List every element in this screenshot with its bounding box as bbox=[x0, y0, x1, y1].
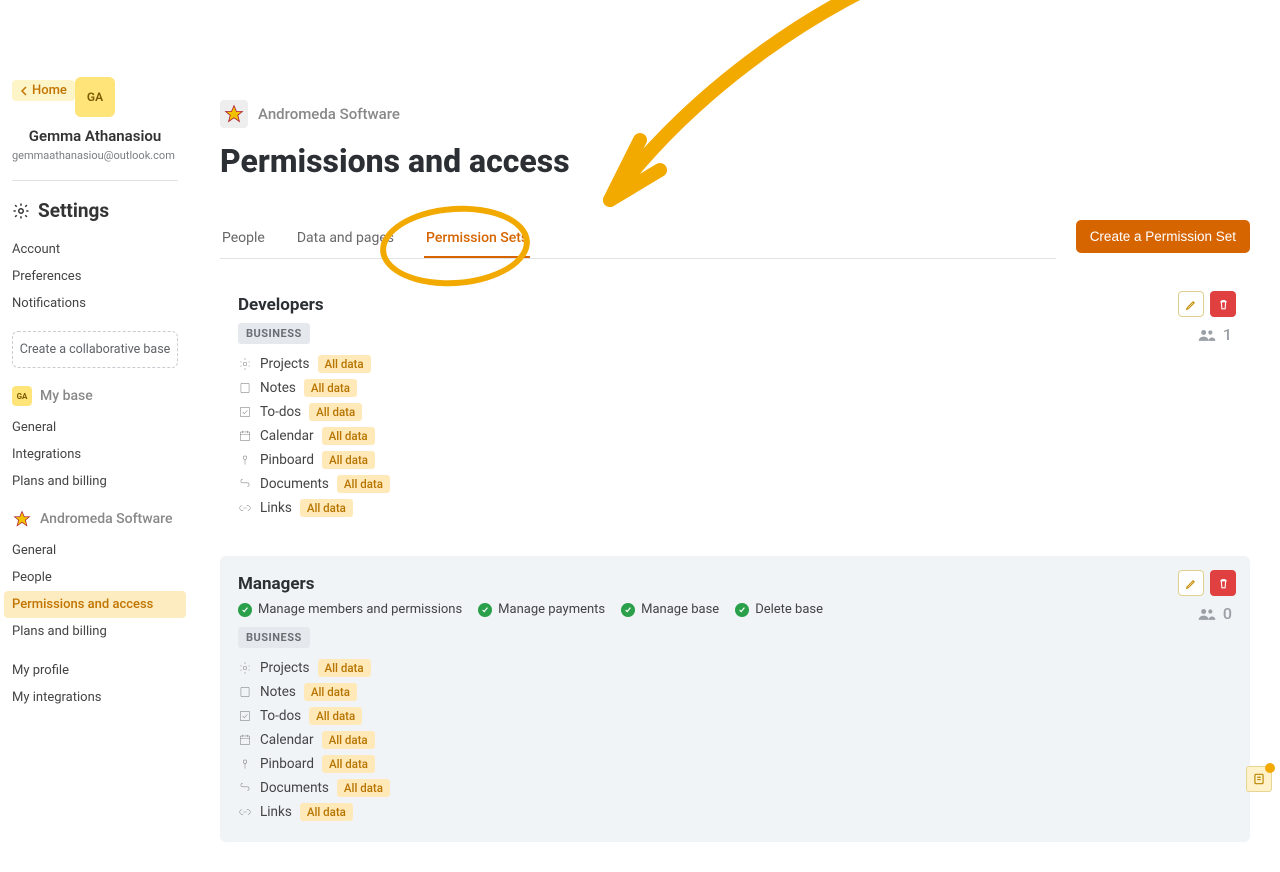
people-icon bbox=[1197, 606, 1217, 622]
workspace-star-icon bbox=[220, 100, 248, 128]
avatar: GA bbox=[75, 77, 115, 117]
edit-button[interactable] bbox=[1178, 291, 1204, 317]
star-icon bbox=[12, 509, 32, 529]
user-name: Gemma Athanasiou bbox=[12, 127, 178, 145]
gear-icon bbox=[12, 202, 30, 220]
workspace-title-row: Andromeda Software bbox=[220, 100, 1250, 128]
nav-account[interactable]: Account bbox=[12, 236, 178, 263]
nav-ws-permissions[interactable]: Permissions and access bbox=[4, 591, 186, 618]
perm-item: Manage base bbox=[621, 602, 719, 617]
people-icon bbox=[1197, 327, 1217, 343]
perm-item: Manage members and permissions bbox=[238, 602, 462, 617]
member-count: 1 bbox=[1197, 325, 1232, 344]
all-data-pill: All data bbox=[318, 355, 371, 373]
feature-pinboard: PinboardAll data bbox=[238, 448, 1232, 472]
admin-perms: Manage members and permissions Manage pa… bbox=[238, 602, 1232, 617]
feature-notes: NotesAll data bbox=[238, 680, 1232, 704]
divider bbox=[12, 180, 178, 181]
feature-links: LinksAll data bbox=[238, 800, 1232, 824]
card-title: Managers bbox=[238, 574, 1232, 594]
feature-calendar: CalendarAll data bbox=[238, 424, 1232, 448]
nav-mybase-general[interactable]: General bbox=[12, 414, 178, 441]
feature-projects: ProjectsAll data bbox=[238, 352, 1232, 376]
nav-my-integrations[interactable]: My integrations bbox=[12, 684, 178, 711]
home-label: Home bbox=[32, 83, 67, 98]
nav-ws-general[interactable]: General bbox=[12, 537, 178, 564]
feature-todos: To-dosAll data bbox=[238, 704, 1232, 728]
card-actions bbox=[1178, 291, 1236, 317]
nav-ws-billing[interactable]: Plans and billing bbox=[12, 618, 178, 645]
feature-todos: To-dosAll data bbox=[238, 400, 1232, 424]
edit-button[interactable] bbox=[1178, 570, 1204, 596]
tab-permission-sets[interactable]: Permission Sets bbox=[424, 220, 530, 258]
perm-item: Delete base bbox=[735, 602, 823, 617]
user-email: gemmaathanasiou@outlook.com bbox=[12, 149, 178, 162]
nav-ws-people[interactable]: People bbox=[12, 564, 178, 591]
nav-preferences[interactable]: Preferences bbox=[12, 263, 178, 290]
feature-calendar: CalendarAll data bbox=[238, 728, 1232, 752]
feature-documents: DocumentsAll data bbox=[238, 776, 1232, 800]
mini-avatar: GA bbox=[12, 386, 32, 406]
permission-set-card: 0 Managers Manage members and permission… bbox=[220, 556, 1250, 842]
feature-pinboard: PinboardAll data bbox=[238, 752, 1232, 776]
delete-button[interactable] bbox=[1210, 291, 1236, 317]
permission-set-card: 1 Developers BUSINESS ProjectsAll data N… bbox=[220, 277, 1250, 538]
tabs: People Data and pages Permission Sets bbox=[220, 220, 1056, 259]
chevron-left-icon bbox=[20, 86, 28, 96]
feature-projects: ProjectsAll data bbox=[238, 656, 1232, 680]
tab-data-pages[interactable]: Data and pages bbox=[295, 220, 396, 258]
feature-links: LinksAll data bbox=[238, 496, 1232, 520]
floating-note-button[interactable] bbox=[1246, 766, 1272, 792]
nav-mybase-integrations[interactable]: Integrations bbox=[12, 441, 178, 468]
nav-notifications[interactable]: Notifications bbox=[12, 290, 178, 317]
perm-item: Manage payments bbox=[478, 602, 605, 617]
main-content: Andromeda Software Permissions and acces… bbox=[190, 0, 1280, 872]
sidebar: Home GA Gemma Athanasiou gemmaathanasiou… bbox=[0, 0, 190, 872]
home-link[interactable]: Home bbox=[12, 80, 75, 101]
create-base-button[interactable]: Create a collaborative base bbox=[12, 331, 178, 368]
feature-documents: DocumentsAll data bbox=[238, 472, 1232, 496]
nav-my-profile[interactable]: My profile bbox=[12, 657, 178, 684]
card-title: Developers bbox=[238, 295, 1232, 315]
business-tag: BUSINESS bbox=[238, 627, 310, 648]
create-permission-set-button[interactable]: Create a Permission Set bbox=[1076, 220, 1250, 253]
workspace-heading: Andromeda Software bbox=[12, 509, 178, 529]
note-icon bbox=[1252, 772, 1266, 786]
my-base-heading: GA My base bbox=[12, 386, 178, 406]
member-count: 0 bbox=[1197, 604, 1232, 623]
business-tag: BUSINESS bbox=[238, 323, 310, 344]
card-actions bbox=[1178, 570, 1236, 596]
workspace-name: Andromeda Software bbox=[258, 105, 400, 123]
feature-notes: NotesAll data bbox=[238, 376, 1232, 400]
delete-button[interactable] bbox=[1210, 570, 1236, 596]
tab-people[interactable]: People bbox=[220, 220, 267, 258]
nav-mybase-billing[interactable]: Plans and billing bbox=[12, 468, 178, 495]
page-title: Permissions and access bbox=[220, 142, 1250, 180]
settings-heading: Settings bbox=[12, 199, 178, 222]
